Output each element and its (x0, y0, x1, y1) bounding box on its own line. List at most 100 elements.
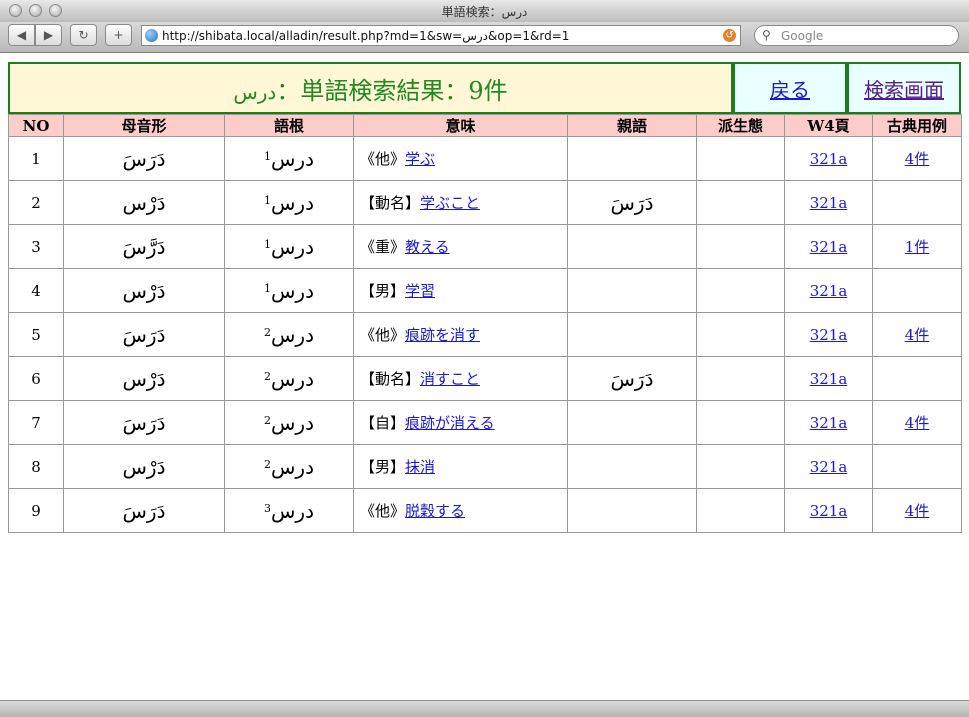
vowel-form-text: دَرَسَ (122, 410, 166, 435)
vowel-form: دَرَسَ (63, 400, 225, 445)
root-cell: 2درس (224, 444, 354, 489)
results-body: 1 دَرَسَ 1درس 《他》学ぶ 321a 4件 2 دَرْس 1درس 【動名】学ぶこと… (8, 136, 962, 533)
parent-word (567, 136, 697, 181)
search-word: درس (233, 79, 277, 104)
w4-page-link[interactable]: 321a (810, 414, 848, 432)
forward-button[interactable]: ▶ (35, 24, 62, 46)
part-of-speech: 《重》 (360, 238, 406, 256)
examples-link[interactable]: 4件 (905, 150, 930, 168)
vowel-form-text: دَرْس (122, 454, 166, 479)
classical-examples: 1件 (872, 224, 962, 269)
row-number: 2 (8, 180, 64, 225)
vowel-form: دَرَسَ (63, 136, 225, 181)
root-text: درس (271, 146, 314, 171)
result-title-cell: درس：単語検索結果：9件 (8, 62, 733, 114)
examples-link[interactable]: 4件 (905, 502, 930, 520)
w4-page-link[interactable]: 321a (810, 238, 848, 256)
w4-page-link[interactable]: 321a (810, 458, 848, 476)
root-cell: 1درس (224, 268, 354, 313)
column-header: NO (8, 114, 64, 137)
meaning-link[interactable]: 教える (405, 238, 450, 256)
root-cell: 3درس (224, 488, 354, 533)
derivation (696, 180, 785, 225)
classical-examples: 4件 (872, 136, 962, 181)
meaning-link[interactable]: 消すこと (420, 370, 480, 388)
vowel-form-text: دَرَسَ (122, 498, 166, 523)
back-button[interactable]: ◀ (8, 24, 35, 46)
root-number: 3 (264, 501, 271, 515)
result-summary: ：単語検索結果：9件 (276, 76, 508, 105)
add-bookmark-button[interactable]: + (105, 24, 132, 46)
meaning-link[interactable]: 痕跡が消える (405, 414, 495, 432)
reload-button[interactable]: ↻ (70, 24, 97, 46)
root-number: 2 (264, 325, 271, 339)
back-link[interactable]: 戻る (770, 74, 810, 103)
part-of-speech: 【自】 (360, 414, 406, 432)
meaning-link[interactable]: 抹消 (405, 458, 435, 476)
search-placeholder: Google (781, 29, 824, 43)
w4-page: 321a (784, 488, 873, 533)
examples-link[interactable]: 1件 (905, 238, 930, 256)
meaning-cell: 【動名】学ぶこと (353, 180, 568, 225)
examples-link[interactable]: 4件 (905, 326, 930, 344)
column-header: 母音形 (63, 114, 225, 137)
w4-page: 321a (784, 444, 873, 489)
w4-page-link[interactable]: 321a (810, 194, 848, 212)
root-number: 1 (264, 149, 271, 163)
column-header: 派生態 (696, 114, 785, 137)
w4-page-link[interactable]: 321a (810, 502, 848, 520)
row-number: 8 (8, 444, 64, 489)
w4-page-link[interactable]: 321a (810, 326, 848, 344)
w4-page-link[interactable]: 321a (810, 282, 848, 300)
root-cell: 1درس (224, 136, 354, 181)
w4-page: 321a (784, 312, 873, 357)
meaning-link[interactable]: 痕跡を消す (405, 326, 480, 344)
root-number: 1 (264, 281, 271, 295)
back-arrow-icon: ◀ (16, 28, 27, 42)
root-text: درس (271, 366, 314, 391)
classical-examples (872, 356, 962, 401)
w4-page-link[interactable]: 321a (810, 370, 848, 388)
vowel-form-text: دَرَّسَ (122, 234, 166, 259)
derivation (696, 136, 785, 181)
snapback-icon[interactable]: ↺ (723, 29, 736, 42)
row-number: 3 (8, 224, 64, 269)
vowel-form-text: دَرَسَ (122, 146, 166, 171)
meaning-link[interactable]: 学習 (405, 282, 435, 300)
root-number: 2 (264, 457, 271, 471)
meaning-link[interactable]: 学ぶこと (420, 194, 480, 212)
root-number: 1 (264, 193, 271, 207)
derivation (696, 312, 785, 357)
parent-word (567, 312, 697, 357)
search-screen-link[interactable]: 検索画面 (864, 74, 944, 103)
parent-word (567, 444, 697, 489)
meaning-cell: 【男】抹消 (353, 444, 568, 489)
address-text[interactable]: http://shibata.local/alladin/result.php?… (162, 29, 569, 43)
column-header: 語根 (224, 114, 354, 137)
w4-page: 321a (784, 224, 873, 269)
table-row: 8 دَرْس 2درس 【男】抹消 321a (8, 444, 962, 489)
table-row: 9 دَرَسَ 3درس 《他》脱穀する 321a 4件 (8, 488, 962, 533)
meaning-link[interactable]: 学ぶ (405, 150, 435, 168)
vowel-form: دَرْس (63, 444, 225, 489)
address-bar[interactable]: http://shibata.local/alladin/result.php?… (141, 25, 741, 46)
search-field[interactable]: ⚲ Google (754, 25, 959, 46)
vowel-form: دَرْس (63, 356, 225, 401)
vowel-form-text: دَرْس (122, 366, 166, 391)
table-row: 2 دَرْس 1درس 【動名】学ぶこと دَرَسَ 321a (8, 180, 962, 225)
part-of-speech: 《他》 (360, 502, 406, 520)
meaning-link[interactable]: 脱穀する (405, 502, 465, 520)
meaning-cell: 《重》教える (353, 224, 568, 269)
examples-link[interactable]: 4件 (905, 414, 930, 432)
w4-page-link[interactable]: 321a (810, 150, 848, 168)
page-content: درس：単語検索結果：9件 戻る 検索画面 NO 母音形 語根 意味 親語 派生態 W4頁古… (0, 53, 969, 700)
root-text: درس (271, 410, 314, 435)
meaning-cell: 【男】学習 (353, 268, 568, 313)
forward-arrow-icon: ▶ (43, 28, 54, 42)
row-number: 6 (8, 356, 64, 401)
table-row: 1 دَرَسَ 1درس 《他》学ぶ 321a 4件 (8, 136, 962, 181)
parent-word (567, 268, 697, 313)
w4-page: 321a (784, 400, 873, 445)
root-text: درس (271, 498, 314, 523)
vowel-form-text: دَرْس (122, 190, 166, 215)
